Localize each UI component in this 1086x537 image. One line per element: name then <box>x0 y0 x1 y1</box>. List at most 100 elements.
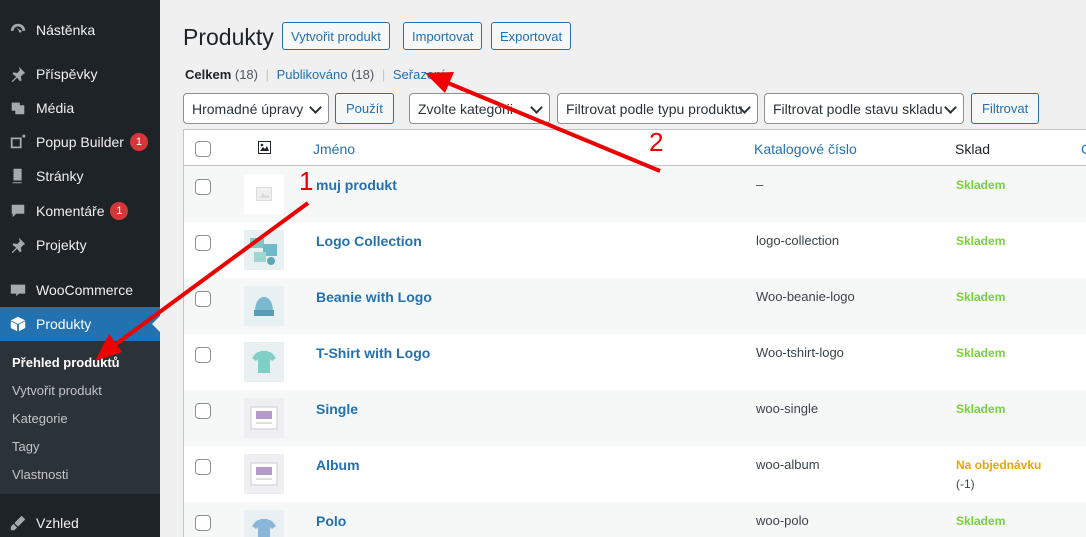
table-row: Album woo-album Na objednávku (-1) <box>184 446 1086 502</box>
filter-button[interactable]: Filtrovat <box>971 93 1040 124</box>
sidebar-item-label: WooCommerce <box>36 282 133 298</box>
sidebar-item-posts[interactable]: Příspěvky <box>0 57 160 91</box>
product-name-link[interactable]: Single <box>316 401 358 417</box>
bulk-actions-value: Hromadné úpravy <box>192 100 304 117</box>
sidebar-item-appearance[interactable]: Vzhled <box>0 506 160 537</box>
view-published-link[interactable]: Publikováno <box>277 67 348 82</box>
row-checkbox[interactable] <box>195 347 211 363</box>
add-product-button[interactable]: Vytvořit produkt <box>282 22 390 50</box>
sorting-link[interactable]: Seřazení <box>393 67 445 82</box>
sidebar-item-label: Média <box>36 100 75 116</box>
product-type-filter-select[interactable]: Filtrovat podle typu produktu <box>557 93 758 124</box>
chevron-down-icon <box>309 101 322 114</box>
table-row: Polo woo-polo Skladem <box>184 502 1086 537</box>
column-stock-header: Sklad <box>955 141 991 157</box>
product-placeholder-thumbnail[interactable] <box>244 174 284 214</box>
bulk-actions-select[interactable]: Hromadné úpravy <box>183 93 329 124</box>
product-sku: woo-album <box>756 457 820 472</box>
category-filter-select[interactable]: Zvolte kategorii <box>409 93 550 124</box>
table-row: Single woo-single Skladem <box>184 390 1086 446</box>
stock-status: Skladem <box>956 178 1006 192</box>
sidebar-item-dashboard[interactable]: Nástěnka <box>0 13 160 47</box>
notification-badge: 1 <box>110 202 129 220</box>
sidebar-item-comments[interactable]: Komentáře 1 <box>0 194 160 228</box>
product-name-link[interactable]: Beanie with Logo <box>316 289 432 305</box>
submenu-item-attributes[interactable]: Vlastnosti <box>12 467 68 482</box>
product-name-link[interactable]: T-Shirt with Logo <box>316 345 430 361</box>
stock-status: Skladem <box>956 514 1006 528</box>
sidebar-item-products[interactable]: Produkty <box>0 307 160 341</box>
category-filter-value: Zvolte kategorii <box>418 100 513 117</box>
product-name-link[interactable]: Logo Collection <box>316 233 422 249</box>
dashboard-icon <box>8 20 28 40</box>
pin-icon <box>8 235 28 255</box>
chevron-down-icon <box>944 101 957 114</box>
pages-icon <box>8 166 28 186</box>
notification-badge: 1 <box>129 133 148 151</box>
stock-status: Skladem <box>956 346 1006 360</box>
sidebar-item-label: Projekty <box>36 237 87 253</box>
sidebar-item-projects[interactable]: Projekty <box>0 228 160 262</box>
row-checkbox[interactable] <box>195 235 211 251</box>
table-row: Beanie with Logo Woo-beanie-logo Skladem <box>184 278 1086 334</box>
stock-status-filter-value: Filtrovat podle stavu skladu <box>773 100 943 117</box>
apply-button[interactable]: Použít <box>335 93 394 124</box>
table-row: Logo Collection logo-collection Skladem <box>184 222 1086 278</box>
product-sku: woo-single <box>756 401 819 416</box>
row-checkbox[interactable] <box>195 403 211 419</box>
sidebar-item-label: Vzhled <box>36 515 79 531</box>
column-extra-header[interactable]: C <box>1081 141 1086 157</box>
select-all-checkbox[interactable] <box>195 141 211 157</box>
products-icon <box>8 314 28 334</box>
column-name-header[interactable]: Jméno <box>313 141 355 157</box>
product-thumbnail[interactable] <box>244 342 284 382</box>
column-sku-header[interactable]: Katalogové číslo <box>754 141 857 157</box>
product-thumbnail[interactable] <box>244 510 284 537</box>
row-checkbox[interactable] <box>195 515 211 531</box>
stock-status-filter-select[interactable]: Filtrovat podle stavu skladu <box>764 93 964 124</box>
table-header: Jméno Katalogové číslo Sklad C <box>184 130 1086 166</box>
stock-quantity: (-1) <box>956 477 975 491</box>
media-icon <box>8 98 28 118</box>
popup-icon <box>8 132 28 152</box>
annotation-number-two: 2 <box>649 127 664 157</box>
submenu-item-categories[interactable]: Kategorie <box>12 411 68 426</box>
product-name-link[interactable]: Polo <box>316 513 346 529</box>
product-thumbnail[interactable] <box>244 230 284 270</box>
submenu-item-add-product[interactable]: Vytvořit produkt <box>12 383 102 398</box>
products-table: Jméno Katalogové číslo Sklad C muj produ… <box>183 129 1086 537</box>
page-title: Produkty <box>183 24 274 50</box>
sidebar-item-media[interactable]: Média <box>0 91 160 125</box>
stock-status: Skladem <box>956 290 1006 304</box>
row-checkbox[interactable] <box>195 291 211 307</box>
sidebar-item-label: Příspěvky <box>36 66 98 82</box>
product-thumbnail[interactable] <box>244 454 284 494</box>
sidebar-item-label: Popup Builder <box>36 134 124 150</box>
product-name-link[interactable]: muj produkt <box>316 177 397 193</box>
row-checkbox[interactable] <box>195 459 211 475</box>
sidebar-item-woocommerce[interactable]: WooCommerce <box>0 273 160 307</box>
woo-icon <box>8 280 28 300</box>
separator: | <box>265 67 270 82</box>
sidebar-item-label: Komentáře <box>36 203 105 219</box>
submenu-item-tags[interactable]: Tagy <box>12 439 39 454</box>
product-type-filter-value: Filtrovat podle typu produktu <box>566 100 743 117</box>
stock-status: Skladem <box>956 234 1006 248</box>
submenu-item-all-products[interactable]: Přehled produktů <box>12 355 120 370</box>
view-published-count: (18) <box>351 67 375 82</box>
sidebar-item-pages[interactable]: Stránky <box>0 159 160 193</box>
export-button[interactable]: Exportovat <box>491 22 572 50</box>
sidebar-item-label: Produkty <box>36 316 92 332</box>
products-submenu: Přehled produktů Vytvořit produkt Katego… <box>0 341 160 494</box>
product-name-link[interactable]: Album <box>316 457 360 473</box>
separator: | <box>381 67 386 82</box>
view-all-link[interactable]: Celkem <box>185 67 231 82</box>
table-row: T-Shirt with Logo Woo-tshirt-logo Sklade… <box>184 334 1086 390</box>
product-thumbnail[interactable] <box>244 286 284 326</box>
import-button[interactable]: Importovat <box>403 22 483 50</box>
product-thumbnail[interactable] <box>244 398 284 438</box>
sidebar-item-popup-builder[interactable]: Popup Builder 1 <box>0 125 160 159</box>
row-checkbox[interactable] <box>195 179 211 195</box>
stock-status: Na objednávku <box>956 458 1042 472</box>
admin-sidebar: Nástěnka Příspěvky Média Popup Builder 1… <box>0 0 160 537</box>
